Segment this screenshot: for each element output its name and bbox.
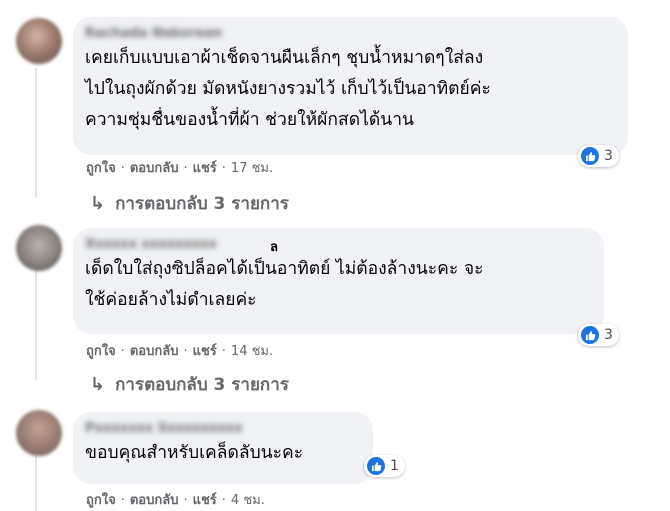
share-link[interactable]: แชร์ xyxy=(193,161,217,176)
reaction-count: 1 xyxy=(390,458,399,474)
reaction-count: 3 xyxy=(604,148,613,164)
comment-author[interactable]: Xxxxxx xxxxxxxxx xyxy=(85,236,592,254)
separator: · xyxy=(183,344,188,359)
reply-link[interactable]: ตอบกลับ xyxy=(130,161,179,176)
like-thumb-icon xyxy=(581,147,599,165)
comment-actions: ถูกใจ · ตอบกลับ · แชร์ · 17 ชม. xyxy=(86,157,273,178)
separator: · xyxy=(221,493,226,508)
comment-text: เด็ดใบใส่ถุงซิปล็อคได้เป็นอาทิตย์ ไม่ต้อ… xyxy=(85,259,484,310)
reaction-count: 3 xyxy=(604,327,613,343)
reaction-count-badge[interactable]: 3 xyxy=(578,145,619,167)
comment-author[interactable]: Pxxxxxxx Sxxxxxxxxx xyxy=(85,420,361,438)
comment-actions: ถูกใจ · ตอบกลับ · แชร์ · 14 ชม. xyxy=(86,340,273,361)
comment-author-suffix: ล xyxy=(270,240,278,255)
separator: · xyxy=(221,161,226,176)
comment-author[interactable]: Rachada Nakorean xyxy=(85,25,616,43)
comment-bubble: Pxxxxxxx Sxxxxxxxxx ขอบคุณสำหรับเคล็ดลับ… xyxy=(73,412,373,484)
separator: · xyxy=(120,344,125,359)
avatar[interactable] xyxy=(16,410,62,456)
separator: · xyxy=(120,161,125,176)
like-thumb-icon xyxy=(581,326,599,344)
share-link[interactable]: แชร์ xyxy=(193,344,217,359)
separator: · xyxy=(120,493,125,508)
like-link[interactable]: ถูกใจ xyxy=(86,344,116,359)
separator: · xyxy=(183,161,188,176)
separator: · xyxy=(221,344,226,359)
thread-line xyxy=(35,270,37,380)
share-link[interactable]: แชร์ xyxy=(193,493,217,508)
comment-bubble: Rachada Nakorean เคยเก็บแบบเอาผ้าเช็ดจาน… xyxy=(73,17,628,155)
timestamp[interactable]: 14 ชม. xyxy=(231,344,273,359)
comment-text: เคยเก็บแบบเอาผ้าเช็ดจานผืนเล็กๆ ชุบน้ำหม… xyxy=(85,48,491,130)
reply-arrow-icon: ↳ xyxy=(90,193,106,214)
comment-text: ขอบคุณสำหรับเคล็ดลับนะคะ xyxy=(85,443,304,463)
reply-link[interactable]: ตอบกลับ xyxy=(130,344,179,359)
timestamp[interactable]: 17 ชม. xyxy=(231,161,273,176)
avatar[interactable] xyxy=(16,225,62,271)
separator: · xyxy=(183,493,188,508)
replies-label: การตอบกลับ 3 รายการ xyxy=(115,375,289,395)
thread-line xyxy=(35,68,37,198)
reply-link[interactable]: ตอบกลับ xyxy=(130,493,179,508)
reaction-count-badge[interactable]: 3 xyxy=(578,324,619,346)
comment-actions: ถูกใจ · ตอบกลับ · แชร์ · 4 ชม. xyxy=(86,489,265,510)
like-thumb-icon xyxy=(367,457,385,475)
like-link[interactable]: ถูกใจ xyxy=(86,493,116,508)
view-replies-link[interactable]: ↳ การตอบกลับ 3 รายการ xyxy=(90,190,289,217)
avatar[interactable] xyxy=(16,18,62,64)
thread-line xyxy=(35,455,37,511)
replies-label: การตอบกลับ 3 รายการ xyxy=(115,194,289,214)
reply-arrow-icon: ↳ xyxy=(90,374,106,395)
view-replies-link[interactable]: ↳ การตอบกลับ 3 รายการ xyxy=(90,371,289,398)
comment-bubble: Xxxxxx xxxxxxxxx เด็ดใบใส่ถุงซิปล็อคได้เ… xyxy=(73,228,604,334)
reaction-count-badge[interactable]: 1 xyxy=(364,455,405,477)
timestamp[interactable]: 4 ชม. xyxy=(231,493,265,508)
like-link[interactable]: ถูกใจ xyxy=(86,161,116,176)
